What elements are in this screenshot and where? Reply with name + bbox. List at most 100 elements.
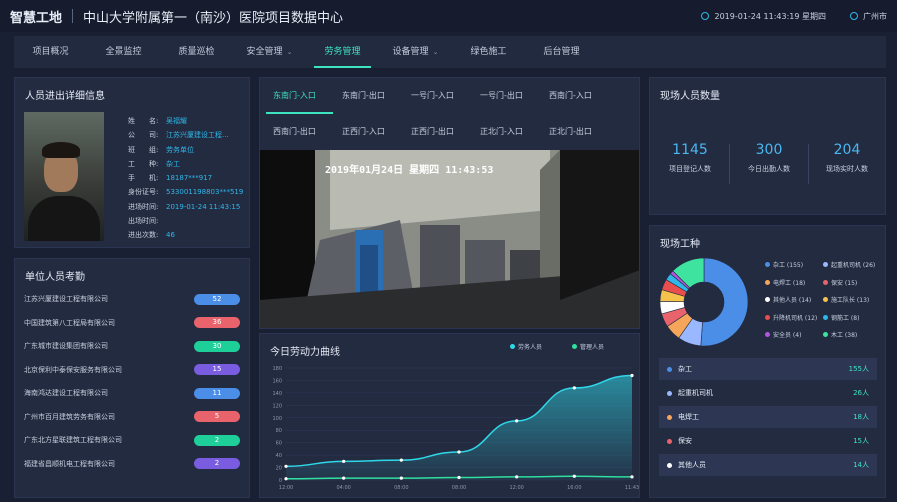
nav-item[interactable]: 质量巡检: [160, 36, 233, 68]
worker-type-count: 18人: [853, 413, 869, 421]
labor-curve-chart: 0 20 40 60 80 100 120 140 160 180 12:00 04:00 08:00 0…: [272, 366, 639, 491]
y-tick-label: 20: [276, 466, 282, 472]
worker-legend-item: 升降机司机 (12): [765, 313, 817, 322]
x-tick-label: 16:00: [567, 485, 581, 491]
info-value: 533001198803***519: [166, 188, 244, 197]
gate-tab[interactable]: 东南门-入口: [260, 78, 333, 114]
y-tick-label: 80: [276, 428, 282, 434]
info-row: 进场时间: 2019-01-24 11:43:15: [128, 200, 243, 214]
gate-tab[interactable]: 正西门-入口: [329, 114, 398, 150]
attendance-count-badge: 15: [194, 364, 240, 375]
data-point: [457, 450, 461, 454]
attendance-row[interactable]: 广东北方星联建筑工程有限公司 2: [24, 428, 249, 452]
company-name: 广州市百月建筑劳务有限公司: [24, 412, 115, 421]
worker-type-dot: [667, 438, 672, 444]
main-nav: 项目概况 全景监控 质量巡检 安全管理 ⌄ 劳务管理 设备管理 ⌄ 绿色施工 后台管理: [14, 36, 886, 68]
company-name: 北京保利中泰保安服务有限公司: [24, 365, 122, 374]
attendance-row[interactable]: 海南鸿达建设工程有限公司 11: [24, 381, 249, 405]
y-tick-label: 40: [276, 453, 282, 459]
chevron-down-icon: ⌄: [286, 48, 293, 56]
gate-tab[interactable]: 一号门-入口: [398, 78, 467, 114]
y-tick-label: 120: [272, 403, 282, 409]
info-key: 工 种:: [128, 159, 159, 168]
nav-item[interactable]: 后台管理: [525, 36, 598, 68]
attendance-count-badge: 2: [194, 434, 240, 446]
nav-item-label: 后台管理: [543, 47, 580, 57]
worker-type-count: 26人: [853, 389, 869, 397]
attendance-row[interactable]: 广州市百月建筑劳务有限公司 5: [24, 405, 249, 429]
attendance-panel: 单位人员考勤 江苏兴厦建设工程有限公司 52 中国建筑第八工程局有限公司 36 广东城市…: [14, 258, 250, 498]
worker-type-name: 起重机司机: [678, 389, 713, 397]
x-tick-label: 04:00: [336, 485, 350, 491]
nav-item[interactable]: 绿色施工: [452, 36, 525, 68]
gate-tab[interactable]: 一号门-出口: [467, 78, 536, 114]
attendance-row[interactable]: 广东城市建设集团有限公司 30: [24, 334, 249, 358]
worker-type-row[interactable]: 起重机司机 26人: [659, 382, 877, 404]
nav-item[interactable]: 劳务管理: [306, 36, 379, 68]
attendance-count-badge: 30: [194, 340, 240, 352]
stat-realtime-value: 204: [833, 142, 861, 158]
worker-type-row[interactable]: 保安 15人: [659, 430, 877, 452]
legend-dot: [765, 314, 770, 320]
nav-item[interactable]: 设备管理 ⌄: [379, 36, 452, 68]
worker-type-dot: [667, 462, 672, 468]
legend-managers: 管理人员: [572, 342, 604, 351]
worker-type-name: 保安: [678, 437, 692, 445]
y-tick-label: 140: [272, 391, 282, 397]
gate-tab[interactable]: 正北门-出口: [536, 114, 605, 150]
data-point: [399, 476, 403, 480]
gate-tab[interactable]: 西南门-入口: [536, 78, 605, 114]
onsite-count-title: 现场人员数量: [660, 91, 720, 102]
top-bar: 智慧工地 中山大学附属第一（南沙）医院项目数据中心 2019-01-24 11:…: [0, 0, 897, 32]
worker-type-row[interactable]: 其他人员 14人: [659, 454, 877, 476]
worker-type-name: 杂工: [678, 365, 692, 373]
nav-item[interactable]: 安全管理 ⌄: [233, 36, 306, 68]
x-tick-label: 12:00: [279, 485, 293, 491]
worker-legend-item: 电焊工 (18): [765, 278, 805, 287]
gate-tab[interactable]: 正北门-入口: [467, 114, 536, 150]
nav-item[interactable]: 项目概况: [14, 36, 87, 68]
gate-tab[interactable]: 正西门-出口: [398, 114, 467, 150]
y-tick-label: 180: [272, 366, 282, 372]
info-value: 2019-01-24 11:43:15: [166, 202, 241, 211]
person-detail-title: 人员进出详细信息: [25, 91, 105, 102]
worker-type-dot: [667, 366, 672, 372]
worker-legend-item: 钢筋工 (8): [823, 313, 859, 322]
nav-item[interactable]: 全景监控: [87, 36, 160, 68]
legend-dot: [823, 297, 828, 302]
data-point: [342, 459, 346, 463]
worker-type-count: 14人: [853, 461, 869, 469]
worker-legend-label: 起重机司机 (26): [831, 262, 876, 269]
worker-type-row[interactable]: 电焊工 18人: [659, 406, 877, 428]
company-name: 广东北方星联建筑工程有限公司: [24, 436, 122, 444]
worker-legend-item: 保安 (15): [823, 278, 857, 287]
info-row: 班 组: 劳务单位: [128, 143, 243, 157]
attendance-row[interactable]: 中国建筑第八工程局有限公司 36: [24, 311, 249, 335]
worker-legend-label: 安全员 (4): [773, 332, 802, 339]
attendance-row[interactable]: 福建省昌顺机电工程有限公司 2: [24, 452, 249, 476]
info-key: 班 组:: [128, 145, 159, 154]
y-tick-label: 160: [272, 378, 282, 384]
gate-tab[interactable]: 西南门-出口: [260, 114, 329, 150]
attendance-row[interactable]: 北京保利中泰保安服务有限公司 15: [24, 358, 249, 382]
worker-types-panel: 现场工种 杂工 (155) 起重机司机 (26) 电焊工 (18) 保安 (15) 其他…: [649, 225, 886, 498]
company-name: 江苏兴厦建设工程有限公司: [24, 295, 108, 303]
info-value: 江苏兴厦建设工程...: [166, 131, 229, 140]
nav-item-label: 全景监控: [105, 47, 142, 57]
info-row: 出场时间:: [128, 214, 243, 228]
gate-tabs-row1: 东南门-入口 东南门-出口 一号门-入口 一号门-出口 西南门-入口: [260, 78, 639, 114]
attendance-row[interactable]: 江苏兴厦建设工程有限公司 52: [24, 287, 249, 311]
worker-type-name: 电焊工: [678, 413, 699, 421]
worker-type-row[interactable]: 杂工 155人: [659, 358, 877, 380]
legend-labor: 劳务人员: [510, 342, 542, 351]
worker-type-name: 其他人员: [678, 461, 706, 469]
legend-label-managers: 管理人员: [580, 344, 605, 351]
legend-dot: [823, 262, 828, 267]
worker-legend-label: 升降机司机 (12): [773, 314, 818, 322]
donut-slice[interactable]: [700, 257, 749, 347]
gate-camera-feed[interactable]: 2019年01月24日 星期四 11:43:53: [260, 150, 639, 328]
data-point: [457, 475, 461, 480]
labor-curve-panel: 今日劳动力曲线 劳务人员 管理人员 0 20 40 60 80 100 120 140 160 1…: [259, 333, 640, 498]
stat-attendance-value: 300: [755, 142, 783, 158]
gate-tab[interactable]: 东南门-出口: [329, 78, 398, 114]
